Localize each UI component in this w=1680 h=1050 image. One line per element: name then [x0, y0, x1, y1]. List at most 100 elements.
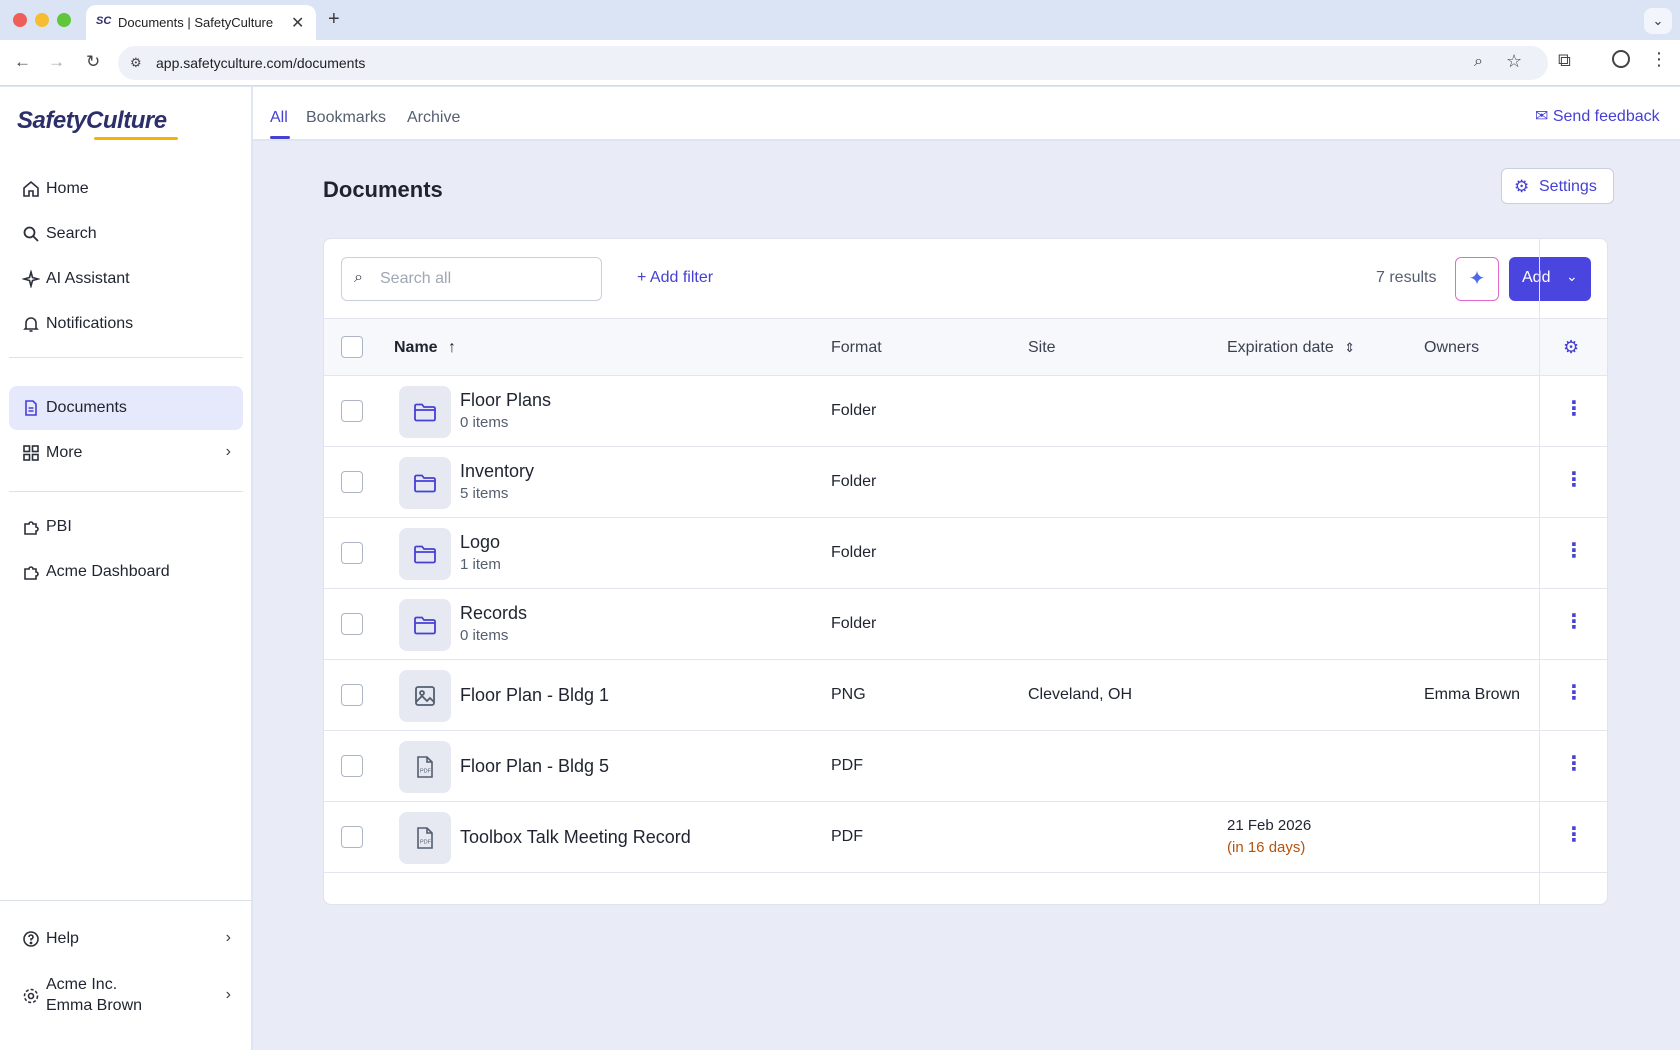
row-checkbox[interactable]: [341, 542, 363, 564]
add-button[interactable]: Add ⌄: [1509, 257, 1591, 301]
sidebar-item-more[interactable]: More ›: [9, 431, 243, 475]
row-checkbox[interactable]: [341, 826, 363, 848]
tab-title: Documents | SafetyCulture: [118, 15, 274, 30]
actions-column-divider: [1539, 239, 1540, 904]
window-minimize-button[interactable]: [35, 13, 49, 27]
row-checkbox[interactable]: [341, 400, 363, 422]
tab-archive[interactable]: Archive: [407, 109, 460, 127]
bookmark-star-icon[interactable]: ☆: [1506, 51, 1522, 72]
url-field[interactable]: ⚙ app.safetyculture.com/documents ⌕ ☆: [118, 46, 1548, 80]
row-format: Folder: [831, 544, 877, 561]
ai-sparkle-button[interactable]: ✦: [1455, 257, 1499, 301]
sidebar-org-switcher[interactable]: Acme Inc. Emma Brown ›: [9, 971, 243, 1021]
table-row[interactable]: Records 0 items Folder ⋮: [324, 589, 1607, 660]
sidebar-item-notifications[interactable]: Notifications: [9, 302, 243, 346]
feedback-icon: ✉: [1535, 108, 1549, 125]
extensions-icon[interactable]: ⧉: [1558, 50, 1571, 71]
row-more-options-icon[interactable]: ⋮: [1564, 680, 1584, 705]
table-row[interactable]: Floor Plan - Bldg 1 PNG Cleveland, OH Emma …: [324, 660, 1607, 731]
profile-icon[interactable]: [1612, 50, 1630, 68]
row-more-options-icon[interactable]: ⋮: [1564, 751, 1584, 776]
row-name[interactable]: Floor Plan - Bldg 5: [460, 756, 609, 777]
row-item-count: 0 items: [460, 414, 509, 431]
table-row[interactable]: PDF Floor Plan - Bldg 5 PDF ⋮: [324, 731, 1607, 802]
row-name[interactable]: Records: [460, 603, 527, 624]
tab-close-icon[interactable]: ✕: [291, 13, 304, 33]
table-row[interactable]: Inventory 5 items Folder ⋮: [324, 447, 1607, 518]
row-more-options-icon[interactable]: ⋮: [1564, 538, 1584, 563]
sidebar: SafetyCulture Home Search AI Assistant N…: [0, 87, 252, 1050]
svg-text:PDF: PDF: [420, 840, 432, 846]
add-filter-button[interactable]: + Add filter: [637, 269, 713, 287]
settings-button[interactable]: ⚙ Settings: [1501, 168, 1614, 204]
sidebar-item-label: Documents: [46, 399, 127, 416]
row-more-options-icon[interactable]: ⋮: [1564, 609, 1584, 634]
table-row[interactable]: PDF Toolbox Talk Meeting Record PDF 21 Feb …: [324, 802, 1607, 873]
send-feedback-link[interactable]: ✉ Send feedback: [1535, 106, 1660, 126]
file-thumbnail: PDF: [399, 741, 451, 793]
sparkle-icon: [22, 270, 40, 288]
row-more-options-icon[interactable]: ⋮: [1564, 822, 1584, 847]
row-name[interactable]: Toolbox Talk Meeting Record: [460, 827, 691, 848]
zoom-icon[interactable]: ⌕: [1474, 53, 1483, 71]
row-item-count: 5 items: [460, 485, 509, 502]
search-input[interactable]: [380, 268, 590, 290]
search-field[interactable]: ⌕: [341, 257, 602, 301]
table-row[interactable]: Floor Plans 0 items Folder ⋮: [324, 376, 1607, 447]
column-settings-gear-icon[interactable]: ⚙: [1563, 337, 1579, 358]
forward-arrow-icon[interactable]: →: [48, 52, 65, 72]
row-name[interactable]: Floor Plan - Bldg 1: [460, 685, 609, 706]
row-format: Folder: [831, 402, 877, 419]
sidebar-item-documents[interactable]: Documents: [9, 386, 243, 430]
sidebar-item-home[interactable]: Home: [9, 167, 243, 211]
url-text[interactable]: app.safetyculture.com/documents: [156, 55, 365, 71]
row-name[interactable]: Floor Plans: [460, 390, 551, 411]
sidebar-item-label: Help: [46, 930, 79, 947]
file-thumbnail: [399, 599, 451, 651]
row-name[interactable]: Inventory: [460, 461, 534, 482]
chevron-right-icon: ›: [225, 443, 231, 460]
row-format: PDF: [831, 757, 863, 774]
tab-search-chevron-icon[interactable]: ⌄: [1644, 8, 1672, 34]
sidebar-divider: [9, 357, 243, 358]
browser-tab[interactable]: SC Documents | SafetyCulture ✕: [86, 5, 316, 40]
sort-ascending-icon: ↑: [448, 339, 457, 356]
tab-bookmarks[interactable]: Bookmarks: [306, 109, 386, 127]
safetyculture-logo[interactable]: SafetyCulture: [17, 107, 167, 135]
reload-icon[interactable]: ↻: [86, 52, 100, 72]
browser-menu-icon[interactable]: ⋮: [1650, 49, 1668, 70]
table-header: Name ↑ Format Site Expiration date ⇕ Own…: [324, 318, 1607, 376]
chevron-down-icon: ⌄: [1566, 268, 1578, 284]
row-name[interactable]: Logo: [460, 532, 500, 553]
window-close-button[interactable]: [13, 13, 27, 27]
chevron-right-icon: ›: [225, 929, 231, 946]
back-arrow-icon[interactable]: ←: [14, 52, 31, 72]
sidebar-divider: [0, 900, 252, 901]
row-format: Folder: [831, 473, 877, 490]
site-settings-icon[interactable]: ⚙: [130, 55, 142, 71]
chevron-right-icon: ›: [225, 986, 231, 1003]
plus-icon: +: [637, 269, 647, 286]
row-more-options-icon[interactable]: ⋮: [1564, 467, 1584, 492]
sidebar-item-ai-assistant[interactable]: AI Assistant: [9, 257, 243, 301]
column-header-name[interactable]: Name ↑: [394, 339, 456, 357]
select-all-checkbox[interactable]: [341, 336, 363, 358]
row-checkbox[interactable]: [341, 684, 363, 706]
row-checkbox[interactable]: [341, 613, 363, 635]
column-header-expiration[interactable]: Expiration date ⇕: [1227, 339, 1355, 357]
row-more-options-icon[interactable]: ⋮: [1564, 396, 1584, 421]
tab-all[interactable]: All: [270, 109, 288, 127]
new-tab-icon[interactable]: +: [328, 8, 340, 31]
table-row[interactable]: Logo 1 item Folder ⋮: [324, 518, 1607, 589]
row-site: Cleveland, OH: [1028, 686, 1133, 703]
row-item-count: 0 items: [460, 627, 509, 644]
sidebar-item-pbi[interactable]: PBI: [9, 505, 243, 549]
row-checkbox[interactable]: [341, 755, 363, 777]
sidebar-item-help[interactable]: Help ›: [9, 917, 243, 961]
add-label: Add: [1522, 269, 1551, 286]
sidebar-item-label: PBI: [46, 518, 72, 535]
window-maximize-button[interactable]: [57, 13, 71, 27]
row-checkbox[interactable]: [341, 471, 363, 493]
sidebar-item-acme-dashboard[interactable]: Acme Dashboard: [9, 550, 243, 594]
sidebar-item-search[interactable]: Search: [9, 212, 243, 256]
